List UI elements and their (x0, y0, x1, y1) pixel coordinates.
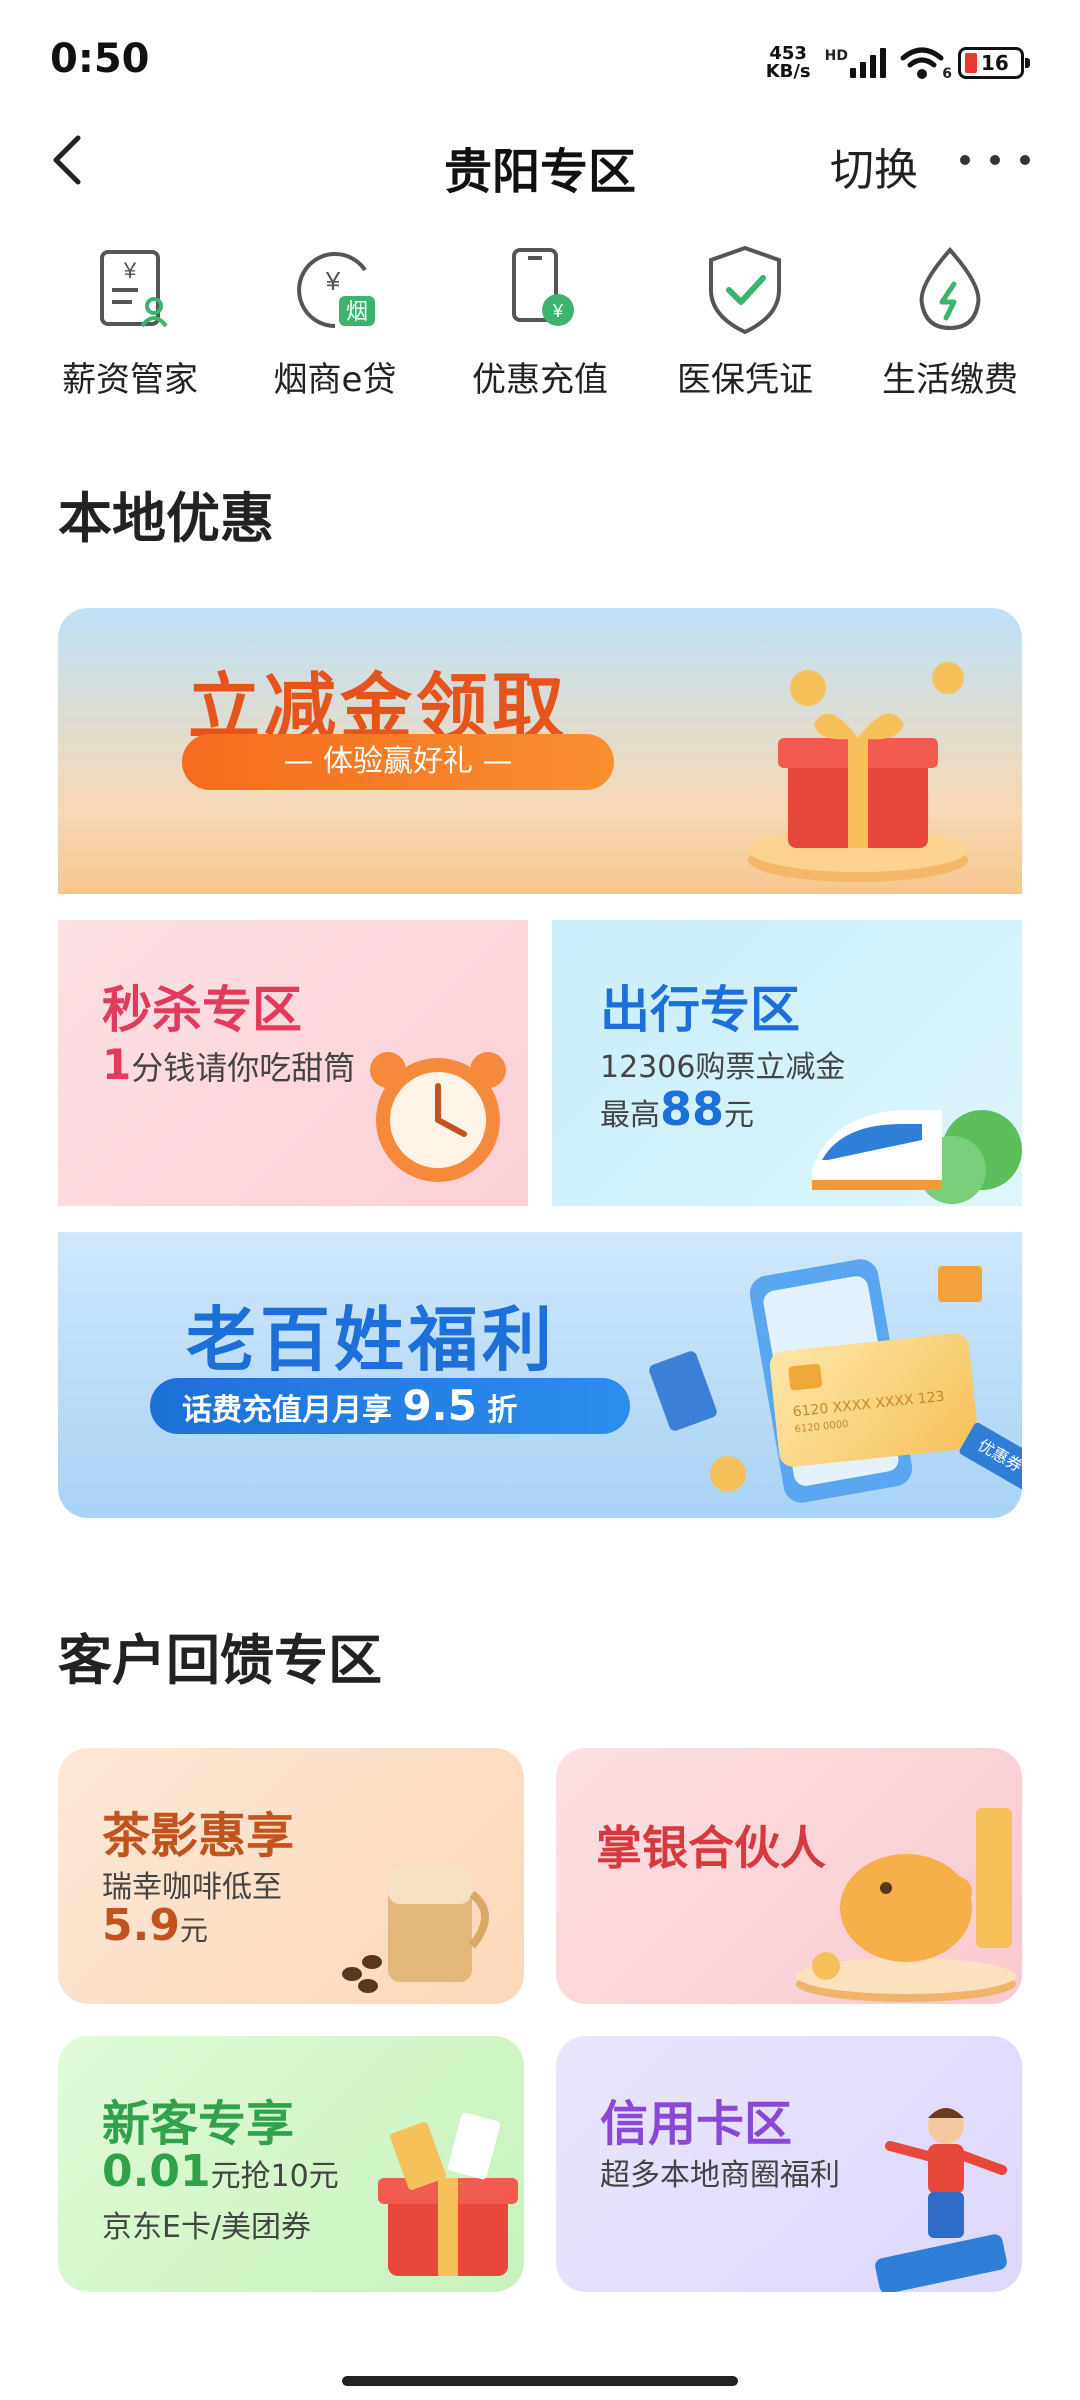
bank-card: 6120 XXXX XXXX 123 6120 0000 (768, 1331, 980, 1469)
service-utility-bills[interactable]: 生活缴费 (850, 240, 1050, 420)
shield-check-icon (709, 245, 781, 335)
home-indicator[interactable] (342, 2376, 738, 2386)
newcomer-price: 0.01 (102, 2146, 211, 2197)
tea-coffee-card[interactable]: 茶影惠享 瑞幸咖啡低至 5.9元 (58, 1748, 524, 2004)
wifi-icon: 6 (900, 46, 952, 82)
piggy-bank-icon (796, 1808, 1016, 2002)
service-label: 烟商e贷 (273, 360, 397, 400)
newcomer-line1: 0.01元抢10元 (102, 2146, 339, 2197)
gift-box-icon (748, 662, 968, 882)
skateboard-person-icon (875, 2108, 1007, 2292)
welfare-title: 老百姓福利 (186, 1299, 556, 1381)
banner-pill: — 体验赢好礼 — (182, 734, 614, 790)
tobacco-loan-icon: ¥ 烟 (297, 252, 375, 328)
wifi-badge: 6 (942, 66, 952, 82)
flash-sale-subtitle: 1分钱请你吃甜筒 (102, 1040, 355, 1089)
status-time: 0:50 (50, 36, 150, 82)
welfare-pill-text: 话费充值月月享 (182, 1393, 392, 1428)
cash-coupon-banner[interactable]: 立减金领取 — 体验赢好礼 — (58, 608, 1022, 894)
svg-text:¥: ¥ (552, 301, 564, 321)
svg-text:¥: ¥ (325, 266, 341, 296)
flash-sale-title: 秒杀专区 (102, 981, 302, 1039)
tea-price: 5.9元 (102, 1900, 208, 1951)
utility-drop-icon (919, 246, 981, 331)
partner-card[interactable]: 掌银合伙人 (556, 1748, 1022, 2004)
newcomer-line2: 京东E卡/美团券 (102, 2210, 312, 2245)
battery-level: 16 (981, 51, 1009, 75)
travel-line2-suffix: 元 (724, 1098, 755, 1133)
service-label: 优惠充值 (472, 360, 608, 400)
tea-price-unit: 元 (179, 1914, 208, 1947)
svg-text:烟: 烟 (346, 300, 368, 325)
newcomer-line1-suffix: 元抢10元 (210, 2159, 339, 2194)
section-title-local-deals: 本地优惠 (58, 487, 274, 550)
battery-icon: 16 (958, 47, 1030, 79)
section-title-feedback: 客户回馈专区 (58, 1629, 382, 1692)
travel-line2: 最高88元 (600, 1082, 754, 1136)
cell-signal-icon: HD (825, 48, 886, 78)
status-icons: 453 KB/s HD 6 16 (766, 40, 1030, 86)
tea-price-number: 5.9 (102, 1900, 180, 1951)
service-recharge[interactable]: ¥ 优惠充值 (440, 240, 640, 420)
network-type-label: HD (824, 48, 848, 64)
service-shortcuts: ¥ 薪资管家 ¥ 烟 烟商e贷 ¥ 优惠充值 医保凭证 生活缴费 (30, 240, 1050, 420)
flash-sale-card[interactable]: 秒杀专区 1分钱请你吃甜筒 (58, 920, 528, 1206)
service-medical-insurance[interactable]: 医保凭证 (645, 240, 845, 420)
newcomer-title: 新客专享 (102, 2096, 295, 2152)
credit-card-zone[interactable]: 信用卡区 超多本地商圈福利 (556, 2036, 1022, 2292)
back-button[interactable] (40, 130, 100, 190)
status-bar: 0:50 453 KB/s HD 6 16 (0, 0, 1080, 120)
recharge-icon: ¥ (512, 248, 574, 326)
welfare-pill-suffix: 折 (487, 1393, 518, 1428)
flash-sale-text: 分钱请你吃甜筒 (131, 1049, 356, 1087)
travel-line2-prefix: 最高 (600, 1098, 660, 1133)
travel-max-amount: 88 (660, 1082, 725, 1136)
welfare-pill: 话费充值月月享 9.5 折 (150, 1378, 630, 1434)
flash-sale-number: 1 (102, 1040, 132, 1089)
more-dot-icon (990, 155, 1000, 165)
nav-bar: 贵阳专区 切换 (0, 110, 1080, 210)
card-chip-icon (788, 1363, 823, 1391)
credit-title: 信用卡区 (600, 2096, 793, 2152)
service-label: 生活缴费 (882, 360, 1018, 400)
welfare-discount: 9.5 (402, 1381, 477, 1430)
more-menu-button[interactable] (960, 140, 1030, 180)
more-dot-icon (960, 155, 970, 165)
more-dot-icon (1020, 155, 1030, 165)
chevron-left-icon (53, 135, 81, 185)
welfare-banner[interactable]: 老百姓福利 话费充值月月享 9.5 折 6120 XXXX XXXX 123 6… (58, 1232, 1022, 1518)
travel-title: 出行专区 (600, 981, 800, 1039)
train-icon (812, 1110, 1022, 1204)
travel-card[interactable]: 出行专区 12306购票立减金 最高88元 (552, 920, 1022, 1206)
coffee-cup-icon (342, 1864, 489, 1993)
service-label: 薪资管家 (62, 360, 198, 400)
service-label: 医保凭证 (677, 360, 813, 400)
network-speed: 453 KB/s (766, 45, 811, 81)
service-tobacco-loan[interactable]: ¥ 烟 烟商e贷 (235, 240, 435, 420)
alarm-clock-icon (370, 1052, 506, 1182)
red-gift-icon (378, 2112, 518, 2276)
payroll-icon: ¥ (100, 250, 168, 328)
svg-text:¥: ¥ (123, 258, 137, 283)
credit-line1: 超多本地商圈福利 (600, 2158, 840, 2193)
tea-title: 茶影惠享 (102, 1808, 295, 1864)
switch-city-button[interactable]: 切换 (830, 134, 918, 198)
new-customer-card[interactable]: 新客专享 0.01元抢10元 京东E卡/美团券 (58, 2036, 524, 2292)
page-title: 贵阳专区 (443, 144, 636, 200)
network-speed-unit: KB/s (765, 61, 811, 82)
service-payroll[interactable]: ¥ 薪资管家 (30, 240, 230, 420)
